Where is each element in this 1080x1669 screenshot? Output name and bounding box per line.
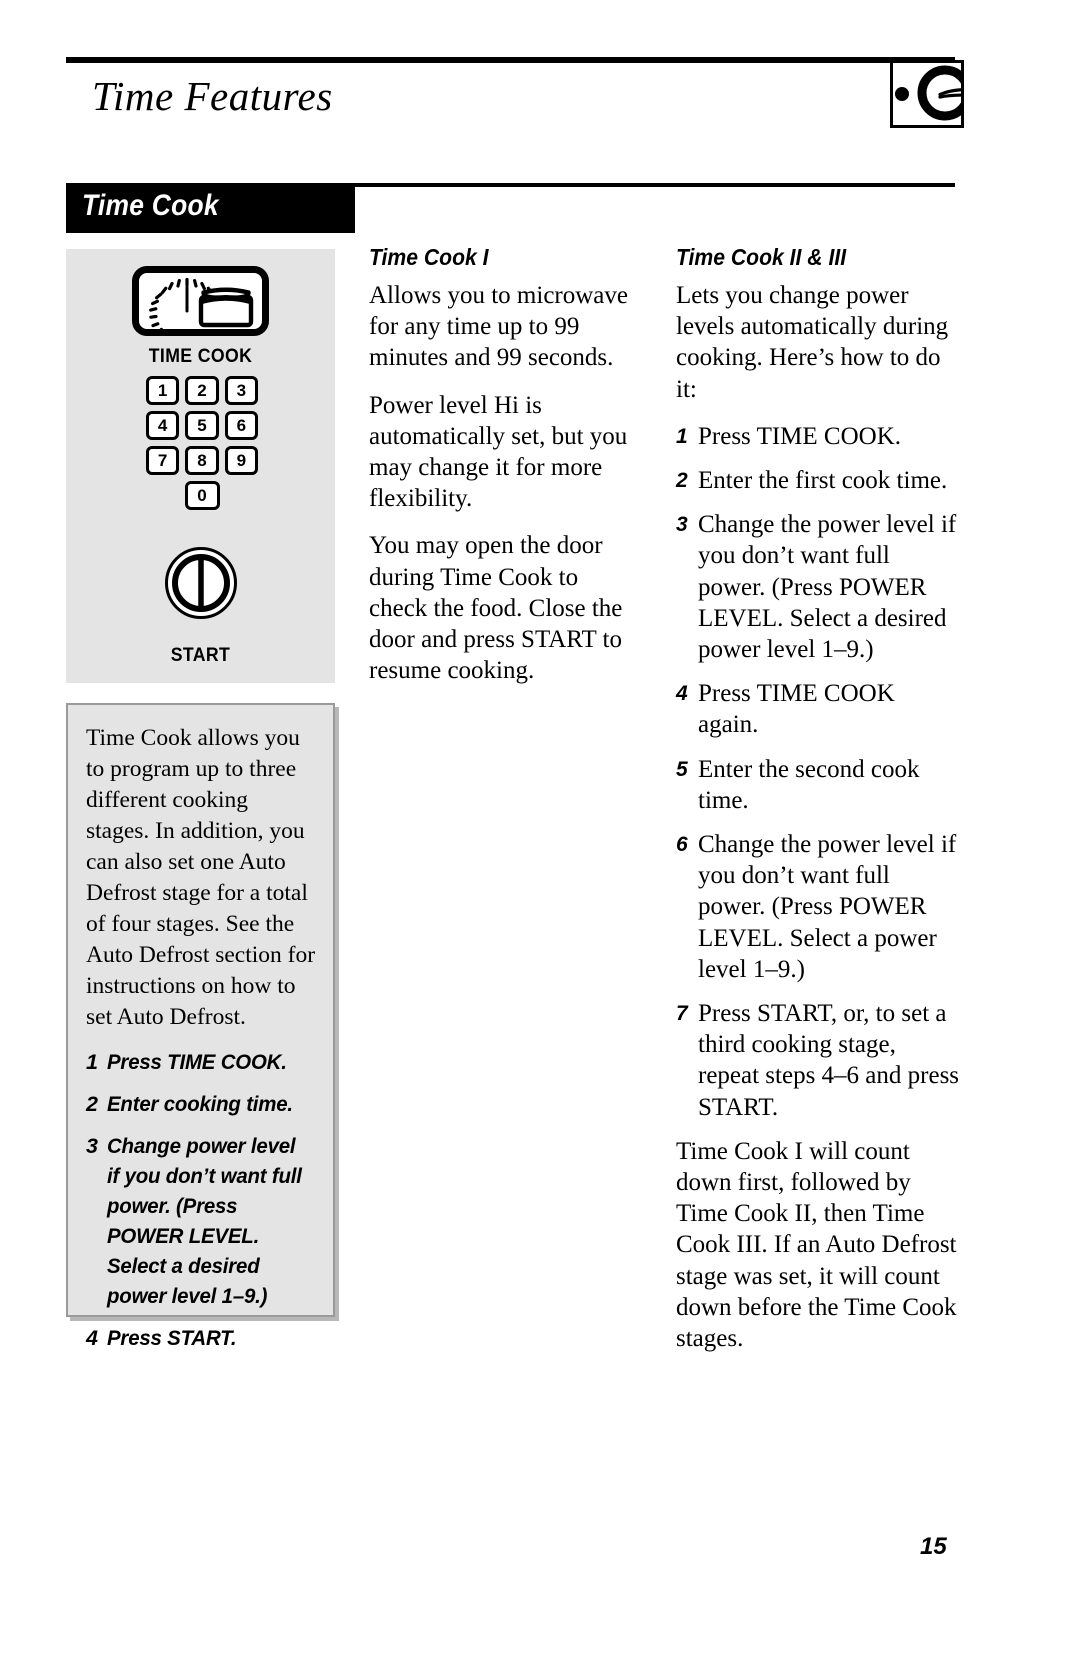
step-text: Press START. [107,1326,237,1350]
logo-circle-icon [917,65,961,121]
info-box-step: 3 Change power level if you don’t want f… [86,1131,317,1311]
key-6[interactable]: 6 [224,411,258,440]
timer-and-food-container-icon [149,277,254,335]
keypad-row: 7 8 9 [146,446,258,475]
number-keypad: 1 2 3 4 5 6 7 8 9 0 [146,376,258,516]
logo-dot-icon [895,87,909,101]
key-5[interactable]: 5 [185,411,219,440]
step-text: Change the power level if you don’t want… [698,511,957,664]
page-number: 15 [920,1533,947,1560]
step-number: 6 [676,833,688,857]
step-text: Press TIME COOK. [698,422,902,450]
key-4[interactable]: 4 [146,411,180,440]
info-callout-box: Time Cook allows you to program up to th… [66,703,335,1350]
step-text: Press TIME COOK again. [698,680,895,739]
step-text: Enter the first cook time. [698,467,948,495]
procedure-step: 6 Change the power level if you don’t wa… [676,829,961,985]
step-text: Press TIME COOK. [107,1050,287,1074]
column-intro-paragraph: Lets you change power levels automatical… [676,282,949,403]
ge-monogram-logo [890,60,964,128]
keypad-row: 1 2 3 [146,376,258,405]
keypad-row: 4 5 6 [146,411,258,440]
key-0[interactable]: 0 [184,481,220,510]
step-number: 4 [86,1326,98,1350]
procedure-step: 4 Press TIME COOK again. [676,678,961,740]
column-paragraph: Power level Hi is automatically set, but… [369,391,628,513]
section-title: Time Cook [82,189,219,222]
start-power-knob-icon[interactable] [164,546,238,620]
time-cook-button[interactable] [132,266,269,336]
procedure-step: 2 Enter the first cook time. [676,465,961,496]
step-number: 3 [676,513,688,537]
keypad-row: 0 [146,481,258,510]
column-heading: Time Cook II & III [676,244,847,270]
step-text: Enter the second cook time. [698,755,920,814]
column-closing-paragraph: Time Cook I will count down first, follo… [676,1137,957,1353]
step-number: 2 [676,469,688,493]
step-text: Press START, or, to set a third cooking … [698,1000,960,1121]
key-9[interactable]: 9 [224,446,258,475]
page-title: Time Features [92,73,333,119]
step-number: 1 [86,1050,98,1074]
step-number: 3 [86,1134,98,1158]
control-panel-illustration: TIME COOK 1 2 3 4 5 6 7 8 9 0 START [66,249,335,683]
step-text: Enter cooking time. [107,1092,293,1116]
info-box-paragraph: Time Cook allows you to program up to th… [86,725,316,1030]
info-box-step: 2 Enter cooking time. [86,1089,317,1119]
step-number: 7 [676,1002,688,1026]
step-number: 5 [676,757,688,781]
step-number: 1 [676,424,688,448]
key-1[interactable]: 1 [146,376,180,405]
column-paragraph: Allows you to microwave for any time up … [369,282,628,372]
section-header-bar: Time Cook [66,183,355,233]
column-time-cook-2-3: Time Cook II & III Lets you change power… [676,244,961,1370]
step-number: 4 [676,682,688,706]
procedure-step: 7 Press START, or, to set a third cookin… [676,998,961,1123]
procedure-step: 5 Enter the second cook time. [676,754,961,816]
step-text: Change power level if you don’t want ful… [107,1134,302,1308]
start-button-label: START [170,645,231,666]
key-3[interactable]: 3 [224,376,258,405]
key-7[interactable]: 7 [146,446,180,475]
column-heading: Time Cook I [369,244,489,270]
time-cook-button-label: TIME COOK [148,346,253,367]
procedure-step: 3 Change the power level if you don’t wa… [676,509,961,665]
page-header-rule [66,57,955,63]
info-box-step: 4 Press START. [86,1323,317,1353]
step-number: 2 [86,1092,98,1116]
column-time-cook-1: Time Cook I Allows you to microwave for … [369,244,641,702]
procedure-step: 1 Press TIME COOK. [676,421,961,452]
key-2[interactable]: 2 [185,376,219,405]
info-box-step-list: 1 Press TIME COOK. 2 Enter cooking time.… [86,1047,317,1353]
column-paragraph: You may open the door during Time Cook t… [369,532,623,685]
step-text: Change the power level if you don’t want… [698,831,957,983]
info-box-step: 1 Press TIME COOK. [86,1047,317,1077]
key-8[interactable]: 8 [185,446,219,475]
